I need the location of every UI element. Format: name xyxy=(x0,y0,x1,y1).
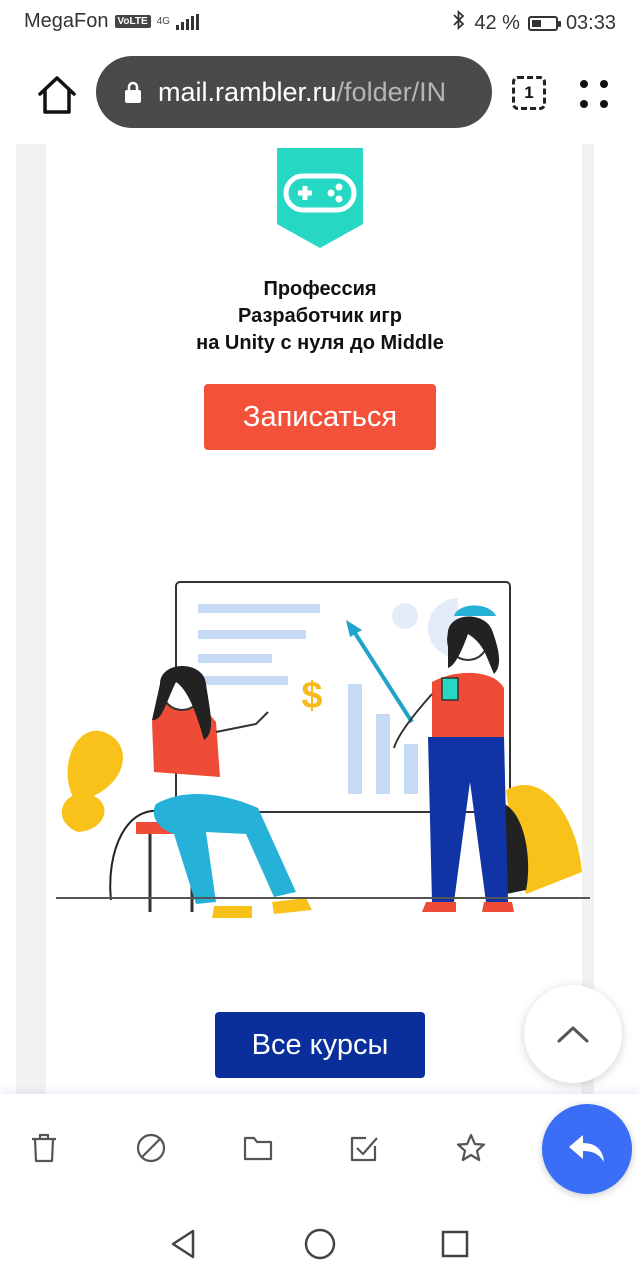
address-bar[interactable]: mail.rambler.ru/folder/IN xyxy=(96,56,492,128)
back-triangle-icon[interactable] xyxy=(163,1224,203,1264)
reply-icon xyxy=(569,1135,604,1162)
scroll-top-button[interactable] xyxy=(524,985,622,1083)
clock: 03:33 xyxy=(565,11,616,34)
favorite-button[interactable] xyxy=(453,1130,489,1166)
signal-icon xyxy=(176,13,200,30)
recents-square-icon[interactable] xyxy=(435,1224,475,1264)
carrier-name: MegaFon xyxy=(24,10,109,32)
browser-toolbar: mail.rambler.ru/folder/IN 1 xyxy=(0,44,640,144)
course-title-line: Профессия xyxy=(263,278,377,300)
dollar-symbol: $ xyxy=(301,675,322,717)
bluetooth-icon xyxy=(452,9,466,36)
star-icon xyxy=(456,1133,486,1162)
checkbox-icon xyxy=(350,1136,378,1162)
tabs-button[interactable]: 1 xyxy=(512,76,546,110)
left-margin xyxy=(16,144,46,1094)
lock-icon xyxy=(125,81,141,103)
menu-dots-icon[interactable] xyxy=(578,78,610,110)
reply-button[interactable] xyxy=(542,1104,632,1194)
url-host: mail.rambler.ru xyxy=(158,76,337,107)
chevron-up-icon xyxy=(557,1026,589,1043)
system-nav-bar xyxy=(0,1206,640,1280)
block-icon xyxy=(136,1133,166,1163)
spam-button[interactable] xyxy=(133,1130,169,1166)
course-title: Профессия Разработчик игр на Unity с нул… xyxy=(100,276,540,357)
tab-count: 1 xyxy=(524,83,534,102)
move-button[interactable] xyxy=(240,1130,276,1166)
home-circle-icon[interactable] xyxy=(300,1224,340,1264)
url-path: /folder/IN xyxy=(336,76,447,107)
gamepad-icon xyxy=(277,148,363,248)
trash-icon xyxy=(32,1133,56,1163)
battery-icon xyxy=(527,15,561,31)
battery-percent: 42 % xyxy=(474,11,520,34)
all-courses-button[interactable]: Все курсы xyxy=(215,1012,425,1078)
delete-button[interactable] xyxy=(26,1130,62,1166)
home-icon[interactable] xyxy=(34,72,80,118)
email-body: Профессия Разработчик игр на Unity с нул… xyxy=(0,144,640,1094)
status-right: 42 % 03:33 xyxy=(452,9,616,36)
course-title-line: на Unity с нуля до Middle xyxy=(196,332,444,354)
volte-badge: VoLTE xyxy=(114,15,151,28)
url-text: mail.rambler.ru/folder/IN xyxy=(158,77,446,108)
status-left: MegaFon VoLTE 4G xyxy=(24,10,200,33)
status-bar: MegaFon VoLTE 4G 42 % 03:33 xyxy=(0,0,640,44)
signup-button[interactable]: Записаться xyxy=(204,384,436,450)
network-type: 4G xyxy=(156,16,171,27)
mark-read-button[interactable] xyxy=(346,1130,382,1166)
battery-level xyxy=(531,19,541,27)
course-illustration: $ xyxy=(56,581,590,918)
folder-icon xyxy=(243,1136,273,1161)
course-title-line: Разработчик игр xyxy=(238,305,402,327)
